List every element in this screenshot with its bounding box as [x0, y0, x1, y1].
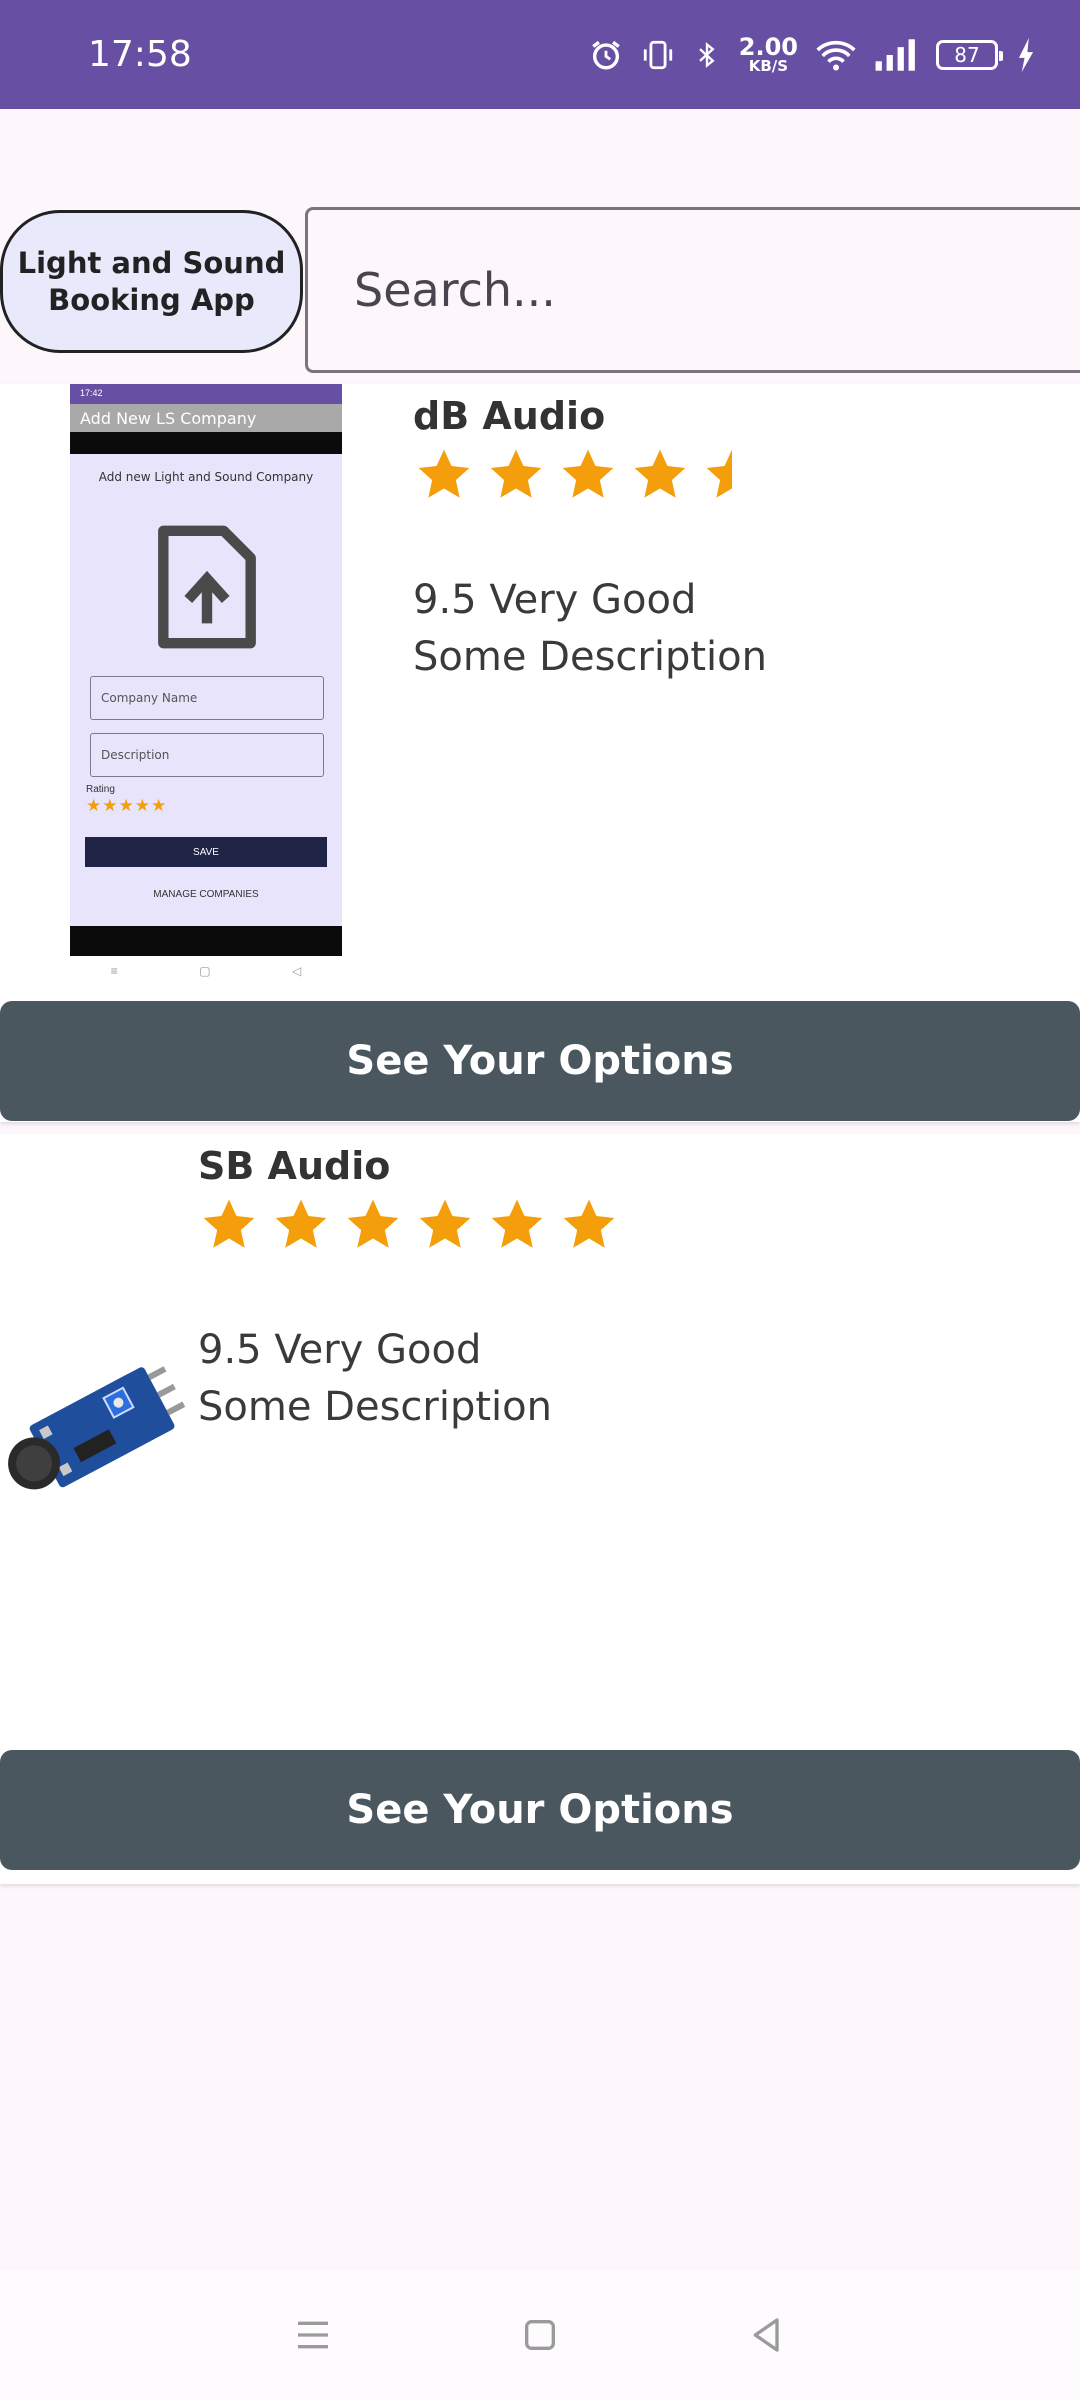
- company-rating: 9.5 Very Good: [413, 577, 697, 623]
- sound-sensor-image: [8, 1366, 186, 1490]
- menu-icon: ≡: [110, 964, 118, 978]
- thumbnail-description-field: Description: [90, 733, 324, 777]
- star-icon: [347, 1199, 399, 1248]
- company-name: dB Audio: [413, 394, 606, 438]
- menu-icon[interactable]: [283, 2305, 343, 2365]
- battery-icon: 87: [936, 39, 1003, 70]
- company-thumbnail: 17:42 Add New LS Company Add new Light a…: [70, 384, 342, 956]
- search-input[interactable]: Search...: [305, 207, 1080, 373]
- thumbnail-manage-link: MANAGE COMPANIES: [153, 889, 259, 900]
- thumbnail-heading: Add new Light and Sound Company: [98, 470, 314, 484]
- back-icon: ◁: [292, 964, 302, 978]
- battery-level: 87: [936, 39, 1003, 70]
- company-card: 17:42 Add New LS Company Add new Light a…: [0, 384, 1080, 1122]
- company-description: Some Description: [413, 634, 767, 680]
- company-name: SB Audio: [198, 1144, 391, 1188]
- thumbnail-banner: [70, 432, 342, 454]
- company-card: SB Audio 9.5 Very Good Some Description …: [0, 1134, 1080, 1884]
- thumbnail-footer: [70, 926, 342, 956]
- home-icon: ▢: [199, 964, 211, 978]
- charging-icon: [1016, 37, 1036, 72]
- home-icon[interactable]: [510, 2305, 570, 2365]
- thumbnail-status-time: 17:42: [70, 384, 342, 404]
- star-icon: [562, 449, 614, 498]
- thumbnail-rating-label: Rating: [86, 784, 115, 795]
- status-icons: 2.00 KB/S 87: [589, 35, 1036, 74]
- star-icon: [418, 449, 470, 498]
- thumbnail-save-button: SAVE: [85, 837, 327, 867]
- status-bar: 17:58 2.00 KB/S 87: [0, 0, 1080, 109]
- net-speed-unit: KB/S: [748, 57, 789, 75]
- app-title-button[interactable]: Light and Sound Booking App: [0, 210, 303, 353]
- see-options-button[interactable]: See Your Options: [0, 1750, 1080, 1870]
- star-icon: [563, 1199, 615, 1248]
- thumbnail-stars: ★★★★★: [86, 796, 168, 815]
- back-icon[interactable]: [737, 2305, 797, 2365]
- thumbnail-appbar-title: Add New LS Company: [70, 404, 342, 432]
- signal-icon: [874, 38, 918, 71]
- bluetooth-icon: [693, 38, 721, 72]
- alarm-icon: [589, 38, 623, 72]
- net-speed-value: 2.00: [738, 33, 798, 61]
- star-icon: [634, 449, 686, 498]
- upload-file-icon: [158, 525, 256, 649]
- system-nav-bar: [0, 2270, 1080, 2400]
- vibrate-icon: [641, 38, 675, 72]
- company-rating: 9.5 Very Good: [198, 1327, 482, 1373]
- star-icon: [275, 1199, 327, 1248]
- thumbnail-nav: ≡ ▢ ◁: [70, 964, 342, 978]
- star-icon: [490, 449, 542, 498]
- company-description: Some Description: [198, 1384, 552, 1430]
- see-options-button[interactable]: See Your Options: [0, 1001, 1080, 1121]
- star-icon: [491, 1199, 543, 1248]
- star-icon: [203, 1199, 255, 1248]
- thumbnail-company-name-field: Company Name: [90, 676, 324, 720]
- rating-stars: [415, 446, 761, 504]
- star-icon: [419, 1199, 471, 1248]
- star-icon: [706, 449, 732, 498]
- rating-stars: [200, 1196, 618, 1254]
- wifi-icon: [816, 38, 856, 72]
- status-time: 17:58: [88, 34, 192, 75]
- net-speed: 2.00 KB/S: [739, 35, 798, 74]
